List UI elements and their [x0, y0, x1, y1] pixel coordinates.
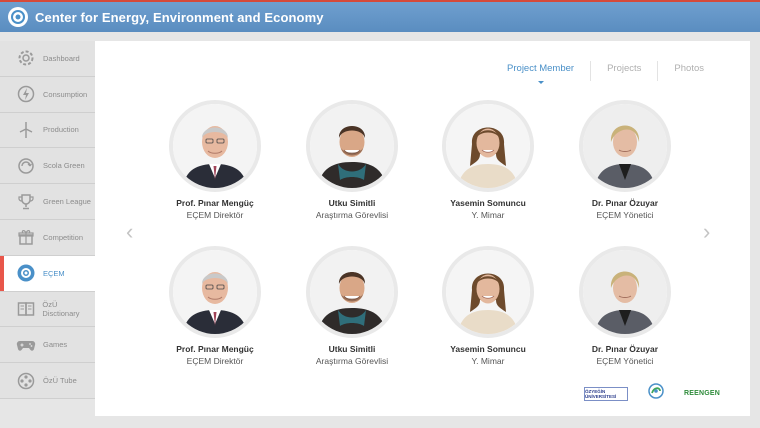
sidebar-item-label: Production: [43, 125, 79, 135]
member-card[interactable]: Prof. Pınar Mengüç EÇEM Direktör: [155, 100, 275, 220]
sidebar-item-label: Scola Green: [43, 161, 85, 171]
content-panel: Project Member Projects Photos ‹ › Prof.…: [95, 41, 750, 416]
gift-icon: [16, 227, 36, 247]
reengen-logo[interactable]: REENGEN: [684, 390, 720, 397]
ozyegin-logo[interactable]: ÖZYEĞİN ÜNİVERSİTESİ: [583, 386, 628, 401]
member-photo: [169, 246, 261, 338]
member-role: EÇEM Direktör: [186, 210, 244, 220]
tab-projects[interactable]: Projects: [590, 61, 657, 81]
app-header: Center for Energy, Environment and Econo…: [0, 0, 760, 32]
sidebar-item-production[interactable]: Production: [0, 112, 95, 149]
member-card[interactable]: Utku Simitli Araştırma Görevlisi: [292, 246, 412, 366]
gear-icon: [16, 48, 36, 68]
sidebar-item-label: Dashboard: [43, 53, 80, 63]
sidebar-item-ozu-tube[interactable]: ÖzÜ Tube: [0, 363, 95, 399]
member-photo: [579, 246, 671, 338]
sidebar-item-green-league[interactable]: Green League: [0, 184, 95, 220]
gamepad-icon: [16, 335, 36, 355]
member-photo: [442, 246, 534, 338]
sidebar-item-label: ÖzÜ Disctionary: [42, 299, 80, 318]
member-name: Dr. Pınar Özuyar: [591, 198, 659, 208]
member-photo: [579, 100, 671, 192]
member-photo: [442, 100, 534, 192]
recycle-icon: [16, 156, 36, 176]
member-photo: [306, 246, 398, 338]
sidebar-item-dashboard[interactable]: Dashboard: [0, 41, 95, 77]
member-photo: [169, 100, 261, 192]
member-role: EÇEM Direktör: [186, 356, 244, 366]
member-role: EÇEM Yönetici: [596, 356, 654, 366]
book-icon: [16, 299, 35, 319]
member-name: Yasemin Somuncu: [450, 344, 526, 354]
sidebar-item-ozu-dictionary[interactable]: ÖzÜ Disctionary: [0, 291, 95, 328]
member-card[interactable]: Yasemin Somuncu Y. Mimar: [428, 246, 548, 366]
member-card[interactable]: Prof. Pınar Mengüç EÇEM Direktör: [155, 246, 275, 366]
footer-logos: ÖZYEĞİN ÜNİVERSİTESİ REENGEN: [583, 383, 720, 404]
member-card[interactable]: Dr. Pınar Özuyar EÇEM Yönetici: [565, 100, 685, 220]
ecem-logo-icon[interactable]: [648, 383, 664, 404]
member-card[interactable]: Dr. Pınar Özuyar EÇEM Yönetici: [565, 246, 685, 366]
sidebar-item-label: Competition: [43, 232, 84, 242]
member-name: Prof. Pınar Mengüç: [176, 198, 254, 208]
member-name: Prof. Pınar Mengüç: [176, 344, 254, 354]
member-card[interactable]: Yasemin Somuncu Y. Mimar: [428, 100, 548, 220]
sidebar-item-label: EÇEM: [43, 268, 65, 278]
previous-arrow-icon[interactable]: ‹: [126, 219, 133, 245]
member-role: EÇEM Yönetici: [596, 210, 654, 220]
member-name: Utku Simitli: [328, 198, 376, 208]
ecem-logo-icon: [16, 263, 36, 283]
app-logo-icon[interactable]: [8, 7, 28, 27]
wind-turbine-icon: [16, 120, 36, 140]
member-role: Araştırma Görevlisi: [315, 210, 389, 220]
sidebar-item-competition[interactable]: Competition: [0, 219, 95, 256]
member-name: Yasemin Somuncu: [450, 198, 526, 208]
member-card[interactable]: Utku Simitli Araştırma Görevlisi: [292, 100, 412, 220]
sidebar-item-label: Games: [43, 340, 68, 350]
member-role: Y. Mimar: [471, 210, 505, 220]
film-reel-icon: [16, 371, 36, 391]
next-arrow-icon[interactable]: ›: [703, 219, 710, 245]
trophy-icon: [16, 192, 36, 212]
member-name: Dr. Pınar Özuyar: [591, 344, 659, 354]
sidebar-item-label: Consumption: [43, 89, 88, 99]
member-photo: [306, 100, 398, 192]
sidebar: Dashboard Consumption Production Scola G…: [0, 41, 95, 399]
member-role: Araştırma Görevlisi: [315, 356, 389, 366]
sidebar-item-consumption[interactable]: Consumption: [0, 76, 95, 113]
sidebar-item-label: Green League: [43, 197, 91, 207]
active-tab-caret-icon: [537, 81, 544, 84]
sidebar-item-scola-green[interactable]: Scola Green: [0, 148, 95, 185]
app-title: Center for Energy, Environment and Econo…: [35, 9, 324, 25]
sidebar-item-ecem[interactable]: EÇEM: [0, 255, 95, 292]
sidebar-item-games[interactable]: Games: [0, 327, 95, 364]
sidebar-item-label: ÖzÜ Tube: [43, 376, 77, 386]
member-role: Y. Mimar: [471, 356, 505, 366]
tab-project-member[interactable]: Project Member: [491, 61, 590, 84]
lightning-icon: [16, 84, 36, 104]
tab-photos[interactable]: Photos: [657, 61, 720, 81]
member-name: Utku Simitli: [328, 344, 376, 354]
tab-bar: Project Member Projects Photos: [491, 61, 720, 84]
